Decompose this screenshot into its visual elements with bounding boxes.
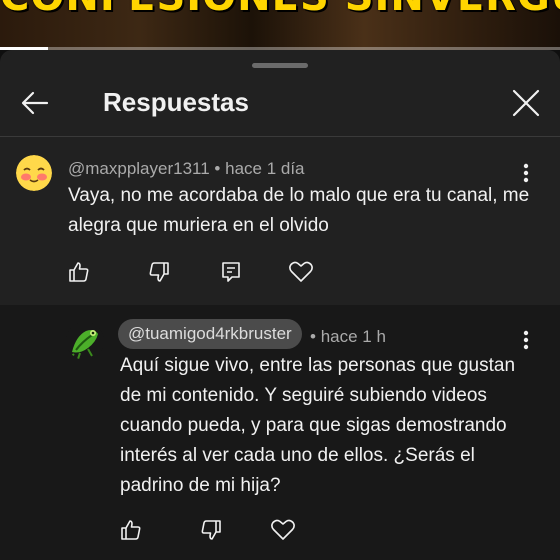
reply-comment: @tuamigod4rkbruster • hace 1 h Aquí sigu… (0, 305, 560, 560)
heart-button[interactable] (280, 255, 322, 289)
more-options-button[interactable] (516, 158, 536, 188)
comment-author: @tuamigod4rkbruster (128, 324, 292, 343)
dislike-button[interactable] (190, 513, 232, 547)
like-button[interactable] (58, 255, 100, 289)
author-chip[interactable]: @tuamigod4rkbruster (118, 319, 302, 349)
comment-author[interactable]: @maxpplayer1311 (68, 159, 210, 178)
like-icon (69, 262, 89, 282)
dislike-icon (149, 262, 169, 282)
drag-handle[interactable] (252, 63, 308, 68)
close-icon (512, 89, 540, 117)
comment-text: Aquí sigue vivo, entre las personas que … (120, 355, 516, 496)
meta-separator: • (310, 327, 316, 346)
video-title-overlay: CONFESIONES SINVERGÜENZAS (0, 0, 560, 20)
heart-icon (271, 519, 295, 540)
dislike-icon (201, 520, 221, 540)
reply-button[interactable] (210, 255, 252, 289)
sheet-title: Respuestas (103, 87, 249, 117)
avatar[interactable] (16, 155, 52, 191)
video-player[interactable]: CONFESIONES SINVERGÜENZAS (0, 0, 560, 50)
back-button[interactable] (14, 82, 56, 124)
comment-actions (58, 255, 338, 289)
blushing-face-icon (16, 155, 52, 191)
close-button[interactable] (505, 82, 547, 124)
comment-actions (110, 513, 330, 547)
sheet-header: Respuestas (0, 74, 560, 136)
reply-icon (222, 262, 240, 282)
frog-avatar-icon (66, 322, 104, 360)
like-icon (121, 520, 141, 540)
avatar[interactable] (66, 322, 104, 360)
heart-icon (289, 261, 313, 282)
parent-comment: @maxpplayer1311 • hace 1 día Vaya, no me… (0, 137, 560, 305)
more-vert-icon (523, 163, 529, 183)
comment-time: hace 1 día (225, 159, 305, 178)
replies-sheet: Respuestas @maxpplayer1311 • hace 1 día … (0, 50, 560, 560)
heart-button[interactable] (262, 513, 304, 547)
like-button[interactable] (110, 513, 152, 547)
back-arrow-icon (21, 91, 49, 115)
dislike-button[interactable] (138, 255, 180, 289)
comment-text: Vaya, no me acordaba de lo malo que era … (68, 185, 530, 236)
comment-meta: @maxpplayer1311 • hace 1 día (68, 159, 305, 179)
comment-meta: • hace 1 h (310, 327, 386, 347)
comment-time: hace 1 h (320, 327, 386, 346)
meta-separator: • (214, 159, 221, 178)
more-options-button[interactable] (516, 325, 536, 355)
more-vert-icon (523, 330, 529, 350)
